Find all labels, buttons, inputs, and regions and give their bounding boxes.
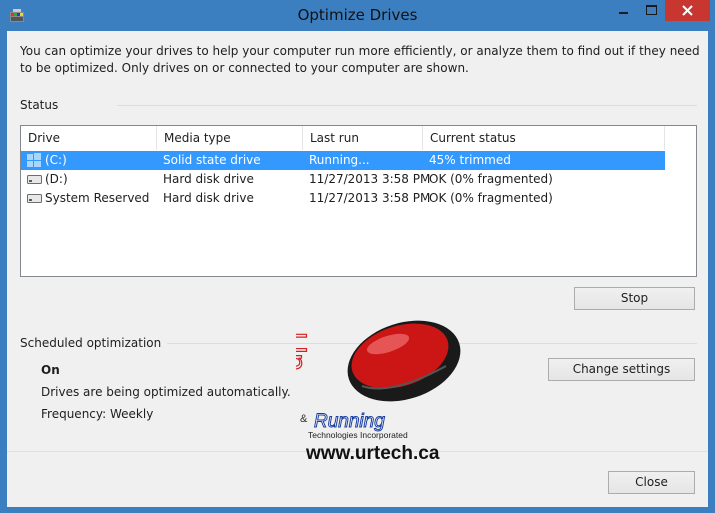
scheduled-optimization-label: Scheduled optimization (20, 336, 162, 350)
maximize-icon (646, 5, 657, 15)
schedule-frequency: Frequency: Weekly (41, 407, 154, 421)
svg-text:&: & (300, 413, 308, 425)
last-run: Running... (309, 153, 370, 167)
hard-disk-icon (27, 175, 42, 184)
schedule-description: Drives are being optimized automatically… (41, 385, 291, 399)
svg-text:Running: Running (314, 411, 385, 432)
last-run: 11/27/2013 3:58 PM (309, 172, 431, 186)
current-status: 45% trimmed (429, 153, 511, 167)
minimize-button[interactable] (609, 0, 638, 21)
window-frame: Optimize Drives You can optimize your dr… (0, 0, 715, 513)
column-header-media-type[interactable]: Media type (157, 126, 303, 150)
media-type: Solid state drive (163, 153, 261, 167)
drive-row-system-reserved[interactable]: System Reserved Hard disk drive 11/27/20… (21, 189, 665, 208)
close-window-button[interactable] (665, 0, 710, 21)
hard-disk-icon (27, 194, 42, 203)
maximize-button[interactable] (638, 0, 665, 21)
current-status: OK (0% fragmented) (429, 172, 553, 186)
change-settings-button[interactable]: Change settings (548, 358, 695, 381)
last-run: 11/27/2013 3:58 PM (309, 191, 431, 205)
title-bar[interactable]: Optimize Drives (0, 0, 715, 31)
minimize-icon (619, 12, 628, 14)
stop-button[interactable]: Stop (574, 287, 695, 310)
drive-name: System Reserved (45, 191, 150, 205)
column-header-last-run[interactable]: Last run (303, 126, 423, 150)
current-status: OK (0% fragmented) (429, 191, 553, 205)
drive-row-d[interactable]: (D:) Hard disk drive 11/27/2013 3:58 PM … (21, 170, 665, 189)
intro-text: You can optimize your drives to help you… (20, 44, 700, 75)
svg-text:Up: Up (296, 332, 312, 370)
svg-text:Technologies Incorporated: Technologies Incorporated (308, 430, 408, 440)
status-separator (117, 105, 697, 106)
media-type: Hard disk drive (163, 172, 254, 186)
up-and-running-watermark-logo: Up & Running Technologies Incorporated w… (296, 320, 461, 464)
drive-name: (D:) (45, 172, 68, 186)
close-icon (682, 5, 693, 16)
windows-drive-icon (27, 153, 41, 167)
svg-text:www.urtech.ca: www.urtech.ca (305, 443, 440, 464)
drive-row-c[interactable]: (C:) Solid state drive Running... 45% tr… (21, 151, 665, 170)
drive-name: (C:) (45, 153, 67, 167)
status-label: Status (20, 98, 59, 112)
window-title: Optimize Drives (297, 6, 418, 24)
schedule-state: On (41, 363, 60, 377)
column-header-drive[interactable]: Drive (21, 126, 157, 150)
media-type: Hard disk drive (163, 191, 254, 205)
column-header-current-status[interactable]: Current status (423, 126, 665, 150)
close-button[interactable]: Close (608, 471, 695, 494)
drives-list[interactable]: Drive Media type Last run Current status… (20, 125, 697, 277)
